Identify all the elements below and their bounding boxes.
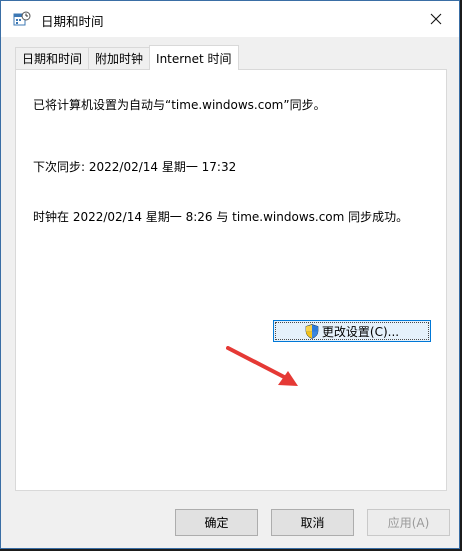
internet-time-panel: 已将计算机设置为自动与“time.windows.com”同步。 下次同步: 2…: [15, 69, 447, 491]
cancel-button[interactable]: 取消: [271, 509, 354, 536]
uac-shield-icon: [305, 323, 319, 339]
window-title: 日期和时间: [41, 14, 104, 29]
tab-strip: 日期和时间 附加时钟 Internet 时间: [15, 45, 239, 70]
close-button[interactable]: [413, 1, 459, 37]
sync-message: 已将计算机设置为自动与“time.windows.com”同步。: [33, 98, 326, 112]
change-settings-label: 更改设置(C)...: [321, 324, 400, 339]
apply-button[interactable]: 应用(A): [367, 509, 450, 536]
annotation-arrow-icon: [226, 346, 298, 386]
last-sync-result: 时钟在 2022/02/14 星期一 8:26 与 time.windows.c…: [33, 210, 409, 224]
tab-date-time[interactable]: 日期和时间: [15, 47, 90, 69]
date-time-app-icon: [13, 11, 31, 27]
tab-internet-time[interactable]: Internet 时间: [149, 45, 239, 70]
tab-additional-clocks[interactable]: 附加时钟: [88, 47, 151, 69]
next-sync-text: 下次同步: 2022/02/14 星期一 17:32: [33, 160, 237, 174]
change-settings-button[interactable]: 更改设置(C)...: [273, 320, 431, 342]
close-icon: [430, 13, 442, 25]
title-bar: 日期和时间: [1, 1, 459, 37]
date-time-dialog: 日期和时间 日期和时间 附加时钟 Internet 时间 已将计算机设置为自动与…: [0, 0, 460, 549]
ok-button[interactable]: 确定: [175, 509, 258, 536]
